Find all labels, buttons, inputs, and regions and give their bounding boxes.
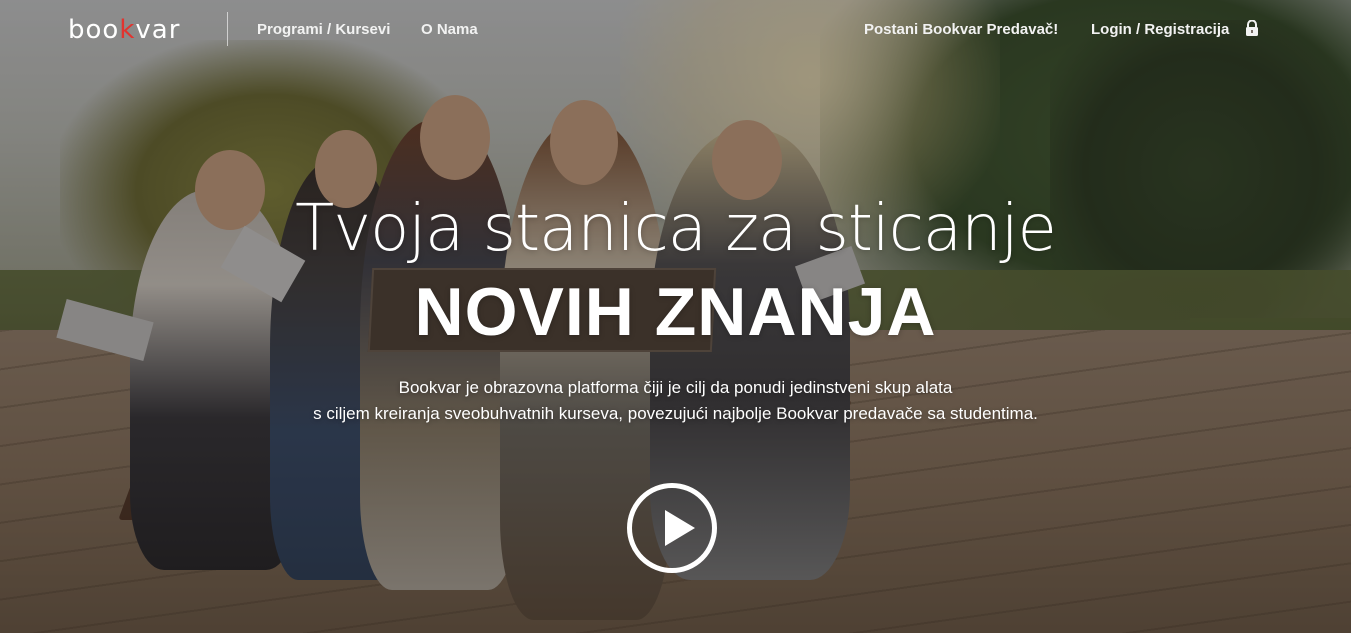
hero-description-line2: s ciljem kreiranja sveobuhvatnih kurseva… (313, 404, 1038, 423)
bookvar-logo[interactable]: boo k var (68, 15, 180, 45)
logo-text-part1: boo (68, 15, 120, 45)
hero-description-line1: Bookvar je obrazovna platforma čiji je c… (398, 378, 953, 397)
nav-about-link[interactable]: O Nama (421, 21, 478, 39)
hero-title: Tvoja stanica za sticanje (295, 192, 1057, 266)
top-navbar: boo k var Programi / Kursevi O Nama Postan… (0, 0, 1351, 60)
hero-description: Bookvar je obrazovna platforma čiji je c… (0, 375, 1351, 427)
hero-title-emphasis: NOVIH ZNANJA (414, 274, 937, 350)
header-divider (227, 12, 228, 46)
logo-text-accent: k (119, 15, 136, 45)
nav-become-teacher-link[interactable]: Postani Bookvar Predavač! (864, 21, 1058, 39)
lock-icon[interactable] (1245, 19, 1259, 37)
nav-login-link[interactable]: Login / Registracija (1091, 21, 1229, 39)
play-icon (665, 510, 695, 546)
nav-programs-link[interactable]: Programi / Kursevi (257, 21, 390, 39)
logo-text-part2: var (135, 15, 181, 45)
hero-section: boo k var Programi / Kursevi O Nama Postan… (0, 0, 1351, 633)
play-video-button[interactable] (627, 483, 717, 573)
